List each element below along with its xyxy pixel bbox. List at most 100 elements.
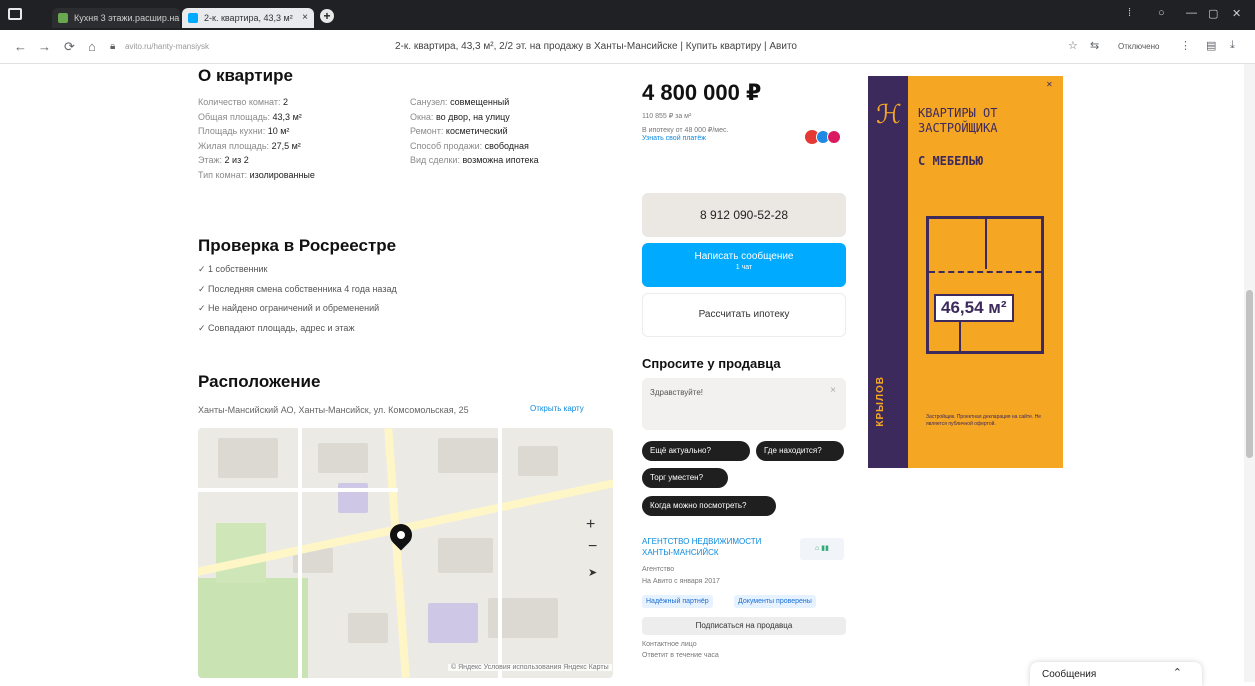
about-title: О квартире [198, 66, 293, 85]
seller-since: На Авито с января 2017 [642, 578, 720, 585]
ask-seller-input[interactable]: Здравствуйте! × [642, 378, 846, 430]
maximize-icon[interactable]: ▢ [1208, 7, 1218, 20]
price-per-m2: 110 855 ₽ за м² [642, 113, 692, 120]
window-icon[interactable] [8, 8, 22, 20]
browser-tab-2[interactable]: 2-к. квартира, 43,3 м² × [182, 8, 314, 28]
about-prop: Способ продажи: свободная [410, 140, 529, 151]
browser-toolbar: ← → ⟳ ⌂ 🔒︎ avito.ru/hanty-mansiysk 2-к. … [0, 30, 1255, 64]
close-window-icon[interactable]: ✕ [1232, 7, 1241, 20]
about-prop: Ремонт: косметический [410, 126, 508, 136]
quick-question-chip[interactable]: Ещё актуально? [642, 441, 750, 461]
show-phone-button[interactable]: 8 912 090-52-28 [642, 193, 846, 237]
about-prop: Площадь кухни: 10 м² [198, 126, 290, 136]
translate-icon[interactable]: ⇆ [1090, 39, 1099, 52]
map-footer[interactable]: © Яндекс Условия использования Яндекс Ка… [448, 664, 612, 671]
account-icon[interactable]: ○ [1158, 7, 1165, 19]
tab-close-icon[interactable]: × [302, 8, 308, 28]
location-address: Ханты-Мансийский АО, Ханты-Мансийск, ул.… [198, 405, 469, 415]
star-icon[interactable]: ☆ [1068, 39, 1078, 52]
map-building [518, 446, 558, 476]
clear-icon[interactable]: × [830, 385, 836, 396]
ad-floorplan [926, 216, 1044, 354]
write-message-sub: 1 чат [735, 264, 753, 271]
address-host: avito.ru/hanty-mansiysk [125, 42, 210, 51]
about-prop: Общая площадь: 43,3 м² [198, 111, 302, 122]
location-title: Расположение [198, 372, 321, 391]
address-field[interactable]: avito.ru/hanty-mansiysk 2-к. квартира, 4… [125, 36, 1055, 58]
window-controls: ⁞ ○ — ▢ ✕ [1120, 7, 1250, 23]
seller-tag: Документы проверены [734, 595, 816, 608]
map[interactable]: + − ➤ © Яндекс Условия использования Янд… [198, 428, 613, 678]
home-icon[interactable]: ⌂ [88, 39, 96, 54]
price: 4 800 000 ₽ [642, 80, 762, 105]
menu-icon[interactable]: ⋮ [1180, 39, 1191, 52]
seller-logo-icon[interactable]: ⌂ ▮▮ [800, 538, 844, 560]
bank-logos [805, 130, 845, 144]
mortgage-text: В ипотеку от 48 000 ₽/мес. [642, 127, 729, 134]
zoom-in-icon[interactable]: + [586, 516, 595, 534]
ad-subtitle: С МЕБЕЛЬЮ [918, 154, 984, 168]
about-right-list: Санузел: совмещенный Окна: во двор, на у… [410, 95, 610, 168]
mortgage-link[interactable]: Узнать свой платёж [642, 135, 706, 142]
rosreestr-item: ✓ Последняя смена собственника 4 года на… [198, 283, 397, 294]
lock-icon: 🔒︎ [110, 41, 116, 52]
quick-question-chip[interactable]: Когда можно посмотреть? [642, 496, 776, 516]
write-message-button[interactable]: Написать сообщение 1 чат [642, 243, 846, 287]
ask-seller-text: Здравствуйте! [650, 388, 704, 397]
subscribe-button[interactable]: Подписаться на продавца [642, 617, 846, 635]
rosreestr-title: Проверка в Росреестре [198, 236, 397, 255]
sidepanel-icon[interactable]: ▤ [1206, 39, 1216, 52]
tab-favicon-icon [58, 13, 68, 23]
ad-logo-icon: ℋ [876, 100, 902, 130]
forward-icon[interactable]: → [38, 39, 51, 54]
scrollbar-thumb[interactable] [1246, 290, 1253, 458]
write-message-label: Написать сообщение [694, 251, 794, 262]
map-road [384, 428, 410, 678]
ad-title: КВАРТИРЫ ОТ ЗАСТРОЙЩИКА [918, 106, 998, 135]
page-scrollbar[interactable] [1244, 64, 1255, 682]
map-building [348, 613, 388, 643]
rosreestr-list: ✓ 1 собственник ✓ Последняя смена собств… [198, 260, 397, 338]
download-icon[interactable]: ⤓ [1230, 39, 1235, 52]
ad-fine-print: Застройщик. Проектная декларация на сайт… [926, 414, 1042, 427]
about-prop: Окна: во двор, на улицу [410, 111, 510, 122]
about-prop: Жилая площадь: 27,5 м² [198, 140, 301, 151]
seller-note: Контактное лицо [642, 641, 697, 648]
page-title-in-address: 2-к. квартира, 43,3 м², 2/2 эт. на прода… [395, 41, 797, 52]
ask-seller-title: Спросите у продавца [642, 356, 781, 371]
about-prop: Тип комнат: изолированные [198, 169, 315, 180]
profile-label[interactable]: Отключено [1118, 42, 1159, 51]
park-area [198, 578, 308, 678]
quick-question-chip[interactable]: Где находится? [756, 441, 844, 461]
map-building [438, 538, 493, 573]
rosreestr-item: ✓ 1 собственник [198, 264, 268, 274]
chevron-up-icon[interactable]: ⌃ [1173, 666, 1182, 679]
open-map-link[interactable]: Открыть карту [530, 404, 584, 413]
about-prop: Этаж: 2 из 2 [198, 155, 249, 165]
tab-favicon-icon [188, 13, 198, 23]
map-road [498, 428, 502, 678]
seller-name[interactable]: АГЕНТСТВО НЕДВИЖИМОСТИ ХАНТЫ-МАНСИЙСК [642, 536, 792, 558]
map-building [438, 438, 498, 473]
extensions-icon[interactable]: ⁞ [1128, 7, 1131, 19]
quick-question-chip[interactable]: Торг уместен? [642, 468, 728, 488]
subscribe-label: Подписаться на продавца [695, 621, 793, 630]
about-prop: Санузел: совмещенный [410, 97, 510, 107]
map-building [428, 603, 478, 643]
ad-area: 46,54 м² [934, 294, 1014, 322]
ad-banner[interactable]: ℋ КРЫЛОВ ✕ КВАРТИРЫ ОТ ЗАСТРОЙЩИКА С МЕБ… [868, 76, 1063, 468]
minimize-icon[interactable]: — [1186, 7, 1197, 19]
ad-close-icon[interactable]: ✕ [1046, 80, 1053, 89]
seller-type: Агентство [642, 566, 675, 573]
browser-tab-1[interactable]: Кухня 3 этажи.расшир.на [52, 8, 180, 28]
zoom-out-icon[interactable]: − [588, 538, 597, 556]
map-road [298, 428, 302, 678]
reload-icon[interactable]: ⟳ [64, 39, 75, 55]
tab-label: 2-к. квартира, 43,3 м² [204, 13, 293, 23]
messages-widget[interactable]: Сообщения ⌃ [1030, 662, 1202, 686]
back-icon[interactable]: ← [14, 39, 27, 54]
calc-mortgage-button[interactable]: Рассчитать ипотеку [642, 293, 846, 337]
about-prop: Количество комнат: 2 [198, 97, 288, 107]
geolocate-icon[interactable]: ➤ [588, 566, 597, 579]
new-tab-button[interactable]: + [320, 9, 334, 23]
